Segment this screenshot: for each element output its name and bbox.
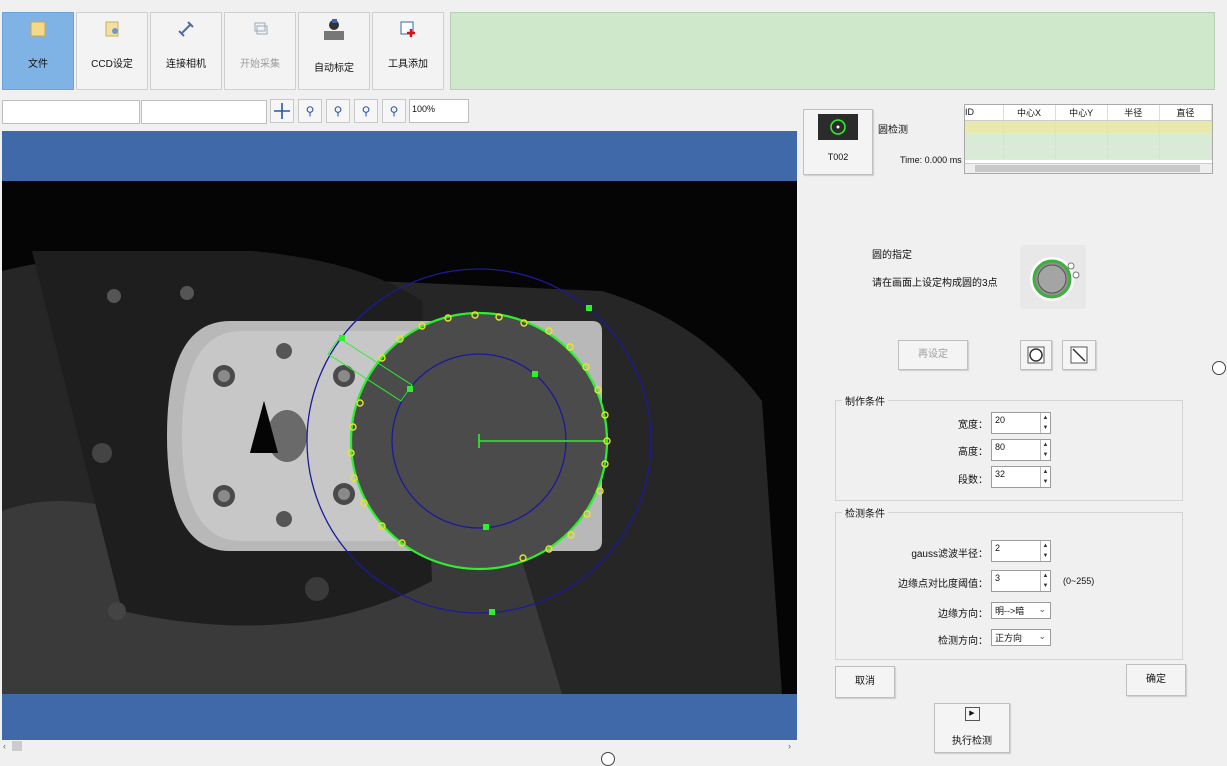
stepper-down-icon[interactable]: ▼ [1040,477,1050,487]
tool-name: 圆检测 [878,125,908,136]
table-row[interactable] [965,120,1213,134]
resize-handle[interactable] [601,752,615,766]
tool-id: T002 [827,152,849,162]
file-button[interactable]: 文件 [2,12,74,90]
zoom-out-icon: ⚲ [305,104,315,118]
circle-spec-instruction: 请在画面上设定构成圆的3点 [872,278,998,289]
stepper-down-icon[interactable]: ▼ [1040,423,1050,433]
contrast-label: 边缘点对比度阈值： [898,579,988,590]
zoom-in-button[interactable]: ⚲ [326,99,350,123]
table-row[interactable] [965,146,1213,160]
circle-spec-icon [1020,245,1086,309]
edge-direction-label: 边缘方向： [938,609,988,620]
circle-mode-button[interactable] [1020,340,1052,370]
status-panel [450,12,1215,90]
table-hscrollbar[interactable] [965,163,1212,173]
col-center-y: 中心Y [1055,105,1108,121]
results-table[interactable]: ID 中心X 中心Y 半径 直径 [964,104,1213,174]
height-label: 高度： [958,447,988,458]
info-field-2 [141,100,267,124]
stepper-up-icon[interactable]: ▲ [1040,413,1050,423]
segments-label: 段数： [958,475,988,486]
table-row[interactable] [965,133,1213,147]
circle-mode-icon [1027,346,1045,364]
detect-conditions-title: 检测条件 [842,505,888,520]
plug-icon [178,21,194,37]
start-capture-button[interactable]: 开始采集 [224,12,296,90]
add-tool-button[interactable]: 工具添加 [372,12,444,90]
detect-direction-select[interactable]: 正方向 ⌄ [991,629,1051,646]
ccd-settings-icon [105,21,119,37]
col-diameter: 直径 [1159,105,1213,121]
edge-direction-select[interactable]: 明-->暗 ⌄ [991,602,1051,619]
connect-camera-button[interactable]: 连接相机 [150,12,222,90]
scroll-right-arrow[interactable]: › [788,741,791,751]
chevron-down-icon: ⌄ [1038,631,1046,641]
confirm-button[interactable]: 确定 [1126,664,1186,696]
crosshair-button[interactable] [270,99,294,123]
make-conditions-title: 制作条件 [842,393,888,408]
col-id: ID [965,105,1004,121]
contrast-range: (0~255) [1063,576,1095,586]
zoom-in-icon: ⚲ [333,104,343,118]
tool-card[interactable]: T002 [803,109,873,175]
stepper-up-icon[interactable]: ▲ [1040,541,1050,551]
zoom-out-button[interactable]: ⚲ [298,99,322,123]
gauss-label: gauss滤波半径： [911,549,988,560]
zoom-level-field[interactable]: 100% [409,99,469,123]
width-label: 宽度： [958,420,988,431]
camera-image[interactable] [2,181,797,694]
scroll-thumb[interactable] [12,741,22,751]
resize-handle[interactable] [1212,361,1226,375]
zoom-fit-button[interactable]: ⚲ [354,99,378,123]
circle-detect-icon [818,114,858,140]
chevron-down-icon: ⌄ [1038,604,1046,614]
reset-button[interactable]: 再设定 [898,340,968,370]
info-field-1 [2,100,140,124]
stepper-down-icon[interactable]: ▼ [1040,551,1050,561]
stepper-down-icon[interactable]: ▼ [1040,450,1050,460]
crosshair-icon [274,103,290,119]
scroll-left-arrow[interactable]: ‹ [3,741,6,751]
width-stepper[interactable]: 20 ▲ ▼ [991,412,1051,434]
col-radius: 半径 [1107,105,1160,121]
zoom-reset-button[interactable]: ⚲ [382,99,406,123]
folder-icon [30,21,46,37]
stepper-up-icon[interactable]: ▲ [1040,467,1050,477]
image-viewport[interactable] [2,131,797,740]
cancel-button[interactable]: 取消 [835,666,895,698]
tool-time: Time: 0.000 ms [900,155,962,165]
gauss-stepper[interactable]: 2 ▲ ▼ [991,540,1051,562]
contrast-stepper[interactable]: 3 ▲ ▼ [991,570,1051,592]
capture-icon [254,22,268,35]
ccd-settings-button[interactable]: CCD设定 [76,12,148,90]
circle-spec-title: 圆的指定 [872,250,912,261]
rect-mode-button[interactable] [1062,340,1096,370]
play-icon: ▶ [964,707,980,721]
segments-stepper[interactable]: 32 ▲ ▼ [991,466,1051,488]
height-stepper[interactable]: 80 ▲ ▼ [991,439,1051,461]
stepper-up-icon[interactable]: ▲ [1040,571,1050,581]
calibration-icon [324,19,344,40]
add-tool-icon [400,21,415,37]
auto-calibration-button[interactable]: 自动标定 [298,12,370,90]
col-center-x: 中心X [1003,105,1056,121]
stepper-up-icon[interactable]: ▲ [1040,440,1050,450]
rect-mode-icon [1070,346,1088,364]
execute-detect-button[interactable]: ▶ 执行检测 [934,703,1010,753]
detect-direction-label: 检测方向： [938,636,988,647]
zoom-reset-icon: ⚲ [389,104,399,118]
stepper-down-icon[interactable]: ▼ [1040,581,1050,591]
zoom-fit-icon: ⚲ [361,104,371,118]
